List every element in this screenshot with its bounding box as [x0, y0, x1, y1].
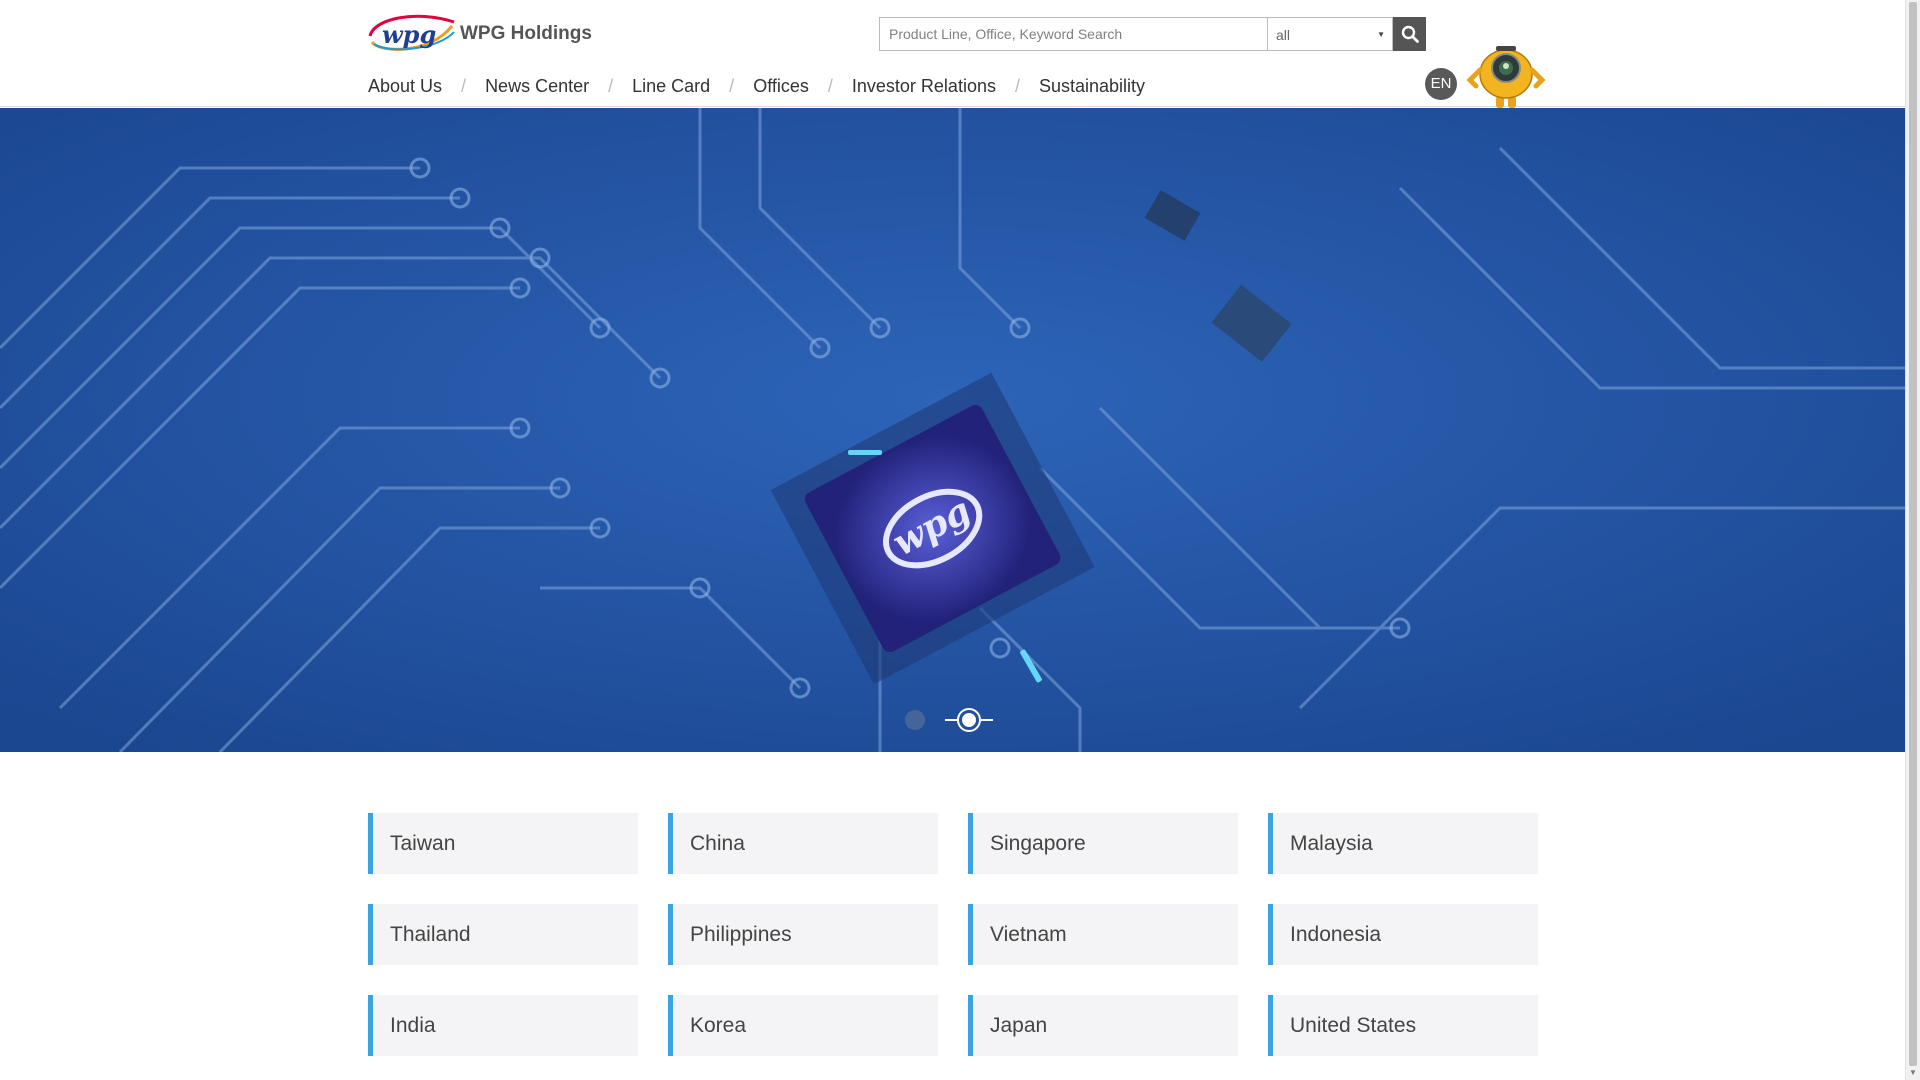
nav-separator: / — [827, 76, 833, 96]
nav-separator: / — [1014, 76, 1020, 96]
hero-banner[interactable]: wpg — [0, 108, 1905, 752]
language-button[interactable]: EN — [1425, 68, 1457, 100]
search-scope-value: all — [1276, 27, 1291, 43]
country-card-taiwan[interactable]: Taiwan — [368, 813, 638, 874]
caret-down-icon: ▼ — [1377, 30, 1385, 39]
circuit-board-image: wpg — [0, 108, 1905, 752]
search-bar: all ▼ — [879, 17, 1426, 51]
carousel-dot-2[interactable] — [957, 708, 981, 732]
carousel-dot-1[interactable] — [905, 710, 925, 730]
nav-news-center[interactable]: News Center — [485, 76, 589, 97]
search-input[interactable] — [879, 17, 1267, 51]
carousel-dots — [905, 708, 993, 732]
country-card-china[interactable]: China — [668, 813, 938, 874]
nav-sustainability[interactable]: Sustainability — [1039, 76, 1145, 97]
page-scrollbar[interactable]: ▲ ▼ — [1905, 0, 1920, 1080]
robot-mascot-icon[interactable] — [1466, 46, 1546, 108]
country-card-malaysia[interactable]: Malaysia — [1268, 813, 1538, 874]
nav-about-us[interactable]: About Us — [368, 76, 442, 97]
country-card-singapore[interactable]: Singapore — [968, 813, 1238, 874]
nav-separator: / — [729, 76, 735, 96]
scrollbar-thumb[interactable] — [1909, 2, 1917, 1066]
nav-separator: / — [608, 76, 614, 96]
nav-separator: / — [461, 76, 467, 96]
carousel-dot-2-wrap — [945, 708, 993, 732]
country-card-korea[interactable]: Korea — [668, 995, 938, 1056]
country-card-japan[interactable]: Japan — [968, 995, 1238, 1056]
country-card-vietnam[interactable]: Vietnam — [968, 904, 1238, 965]
country-card-india[interactable]: India — [368, 995, 638, 1056]
country-card-philippines[interactable]: Philippines — [668, 904, 938, 965]
scroll-down-icon[interactable]: ▼ — [1906, 1066, 1920, 1080]
country-card-indonesia[interactable]: Indonesia — [1268, 904, 1538, 965]
search-button[interactable] — [1393, 17, 1426, 51]
nav-line-card[interactable]: Line Card — [632, 76, 710, 97]
country-card-united-states[interactable]: United States — [1268, 995, 1538, 1056]
main-nav: About Us / News Center / Line Card / Off… — [368, 76, 1145, 97]
country-grid: Taiwan China Singapore Malaysia Thailand… — [368, 813, 1538, 1056]
country-card-thailand[interactable]: Thailand — [368, 904, 638, 965]
brand-logo[interactable]: wpg WPG Holdings — [368, 12, 592, 54]
magnifier-icon — [1401, 25, 1419, 43]
nav-offices[interactable]: Offices — [753, 76, 809, 97]
svg-text:wpg: wpg — [382, 20, 436, 49]
site-header: wpg WPG Holdings all ▼ About Us / News C… — [0, 0, 1905, 108]
search-scope-select[interactable]: all ▼ — [1267, 17, 1393, 51]
wpg-logo-icon: wpg — [368, 14, 455, 51]
brand-name: WPG Holdings — [460, 23, 592, 44]
nav-investor-relations[interactable]: Investor Relations — [852, 76, 996, 97]
